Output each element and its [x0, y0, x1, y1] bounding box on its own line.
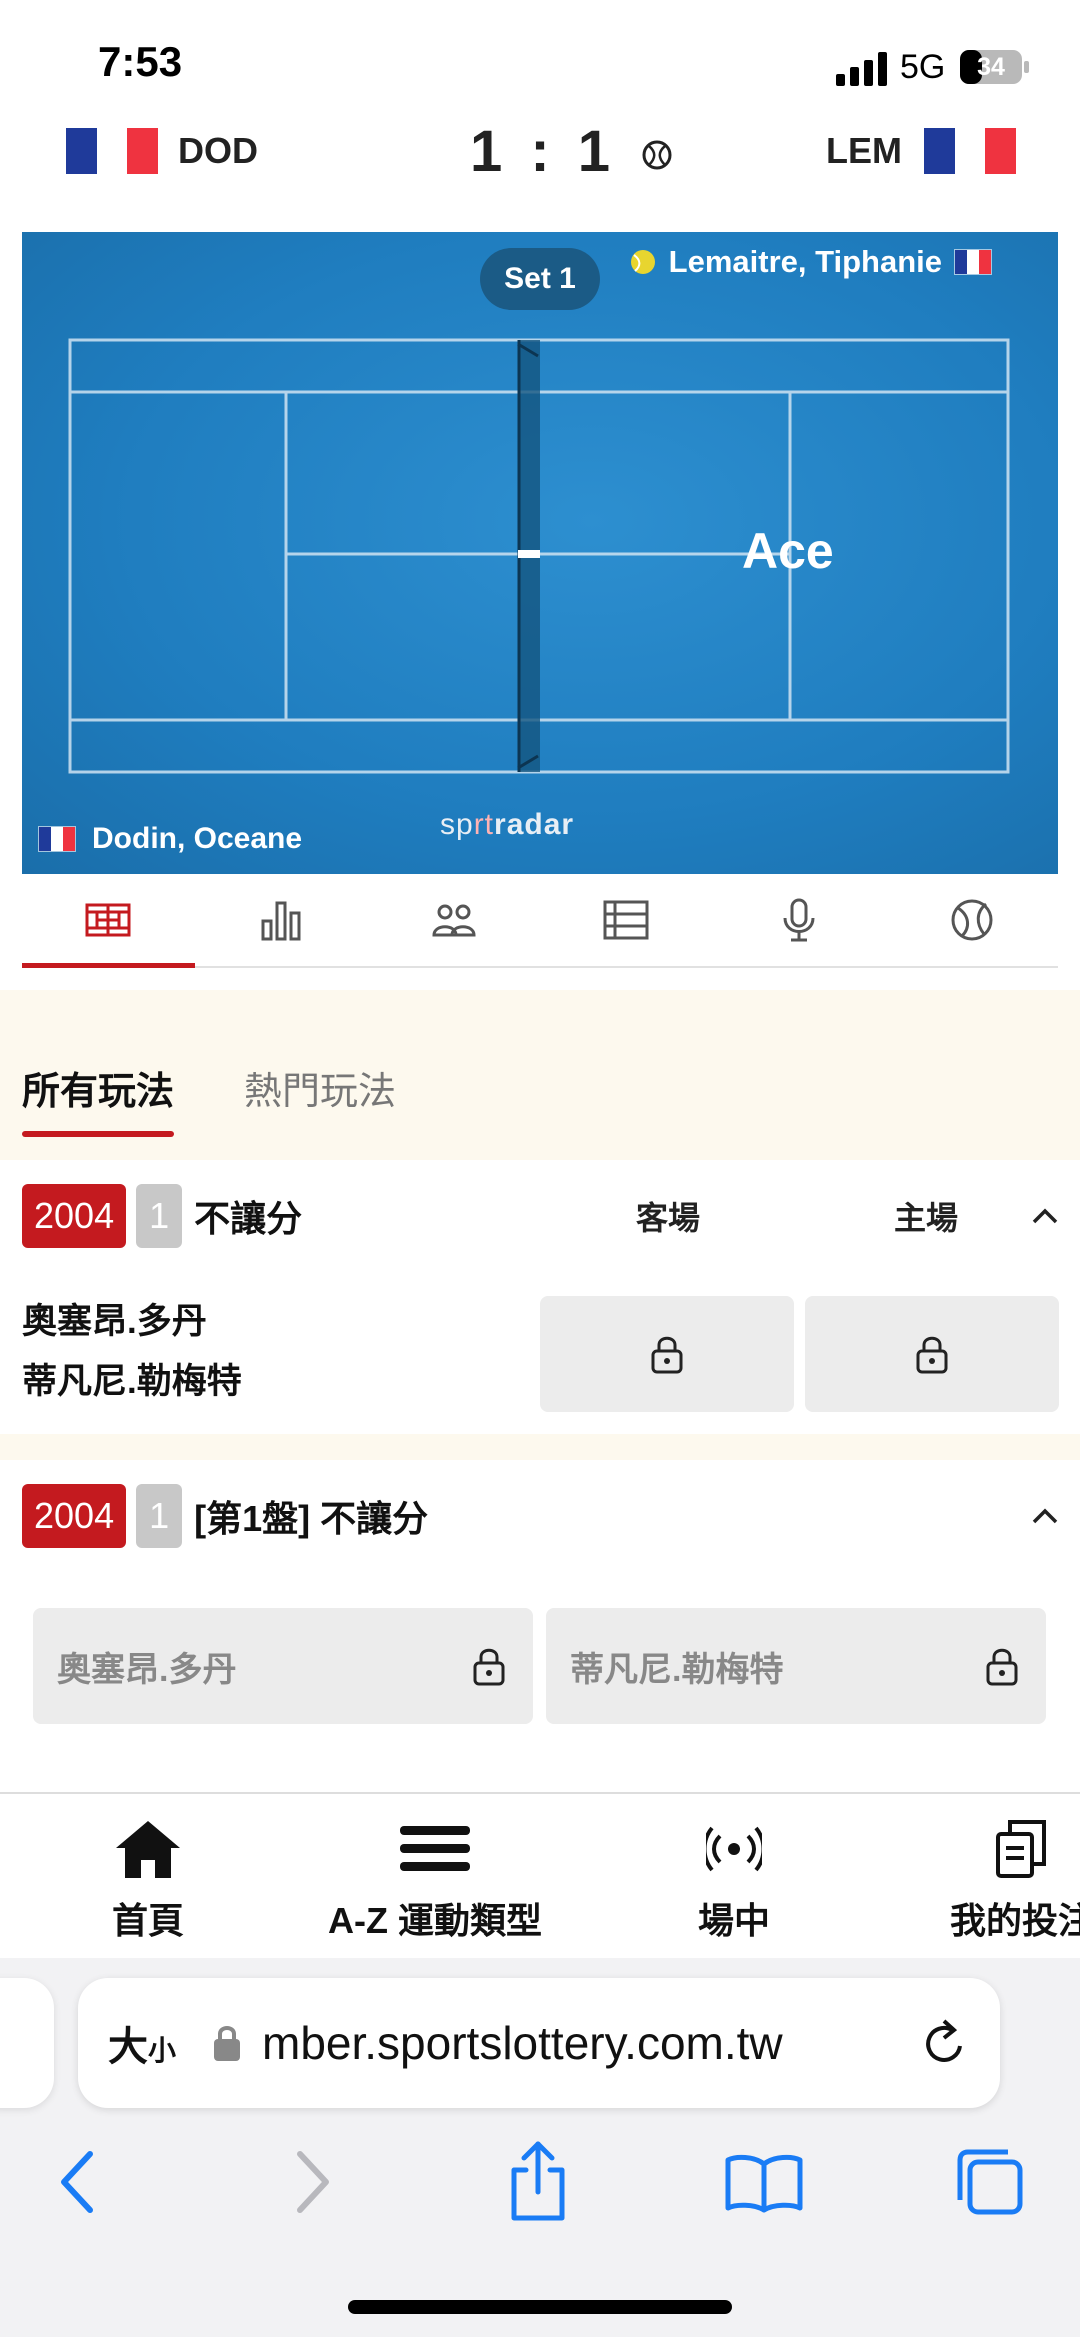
receiving-player-name: Dodin, Oceane: [92, 822, 303, 855]
france-flag-icon: [38, 826, 76, 852]
odds-button-away[interactable]: [540, 1296, 794, 1412]
nav-sports-label: A-Z 運動類型: [328, 1900, 542, 1941]
tab-commentary[interactable]: [713, 874, 886, 966]
tab-sport[interactable]: [885, 874, 1058, 966]
stats-icon: [261, 901, 301, 941]
widget-tabs: [22, 874, 1058, 968]
signal-icon: [836, 52, 887, 86]
battery-icon: 34: [960, 50, 1030, 84]
nav-my-bets-label: 我的投注: [950, 1900, 1080, 1941]
market-header[interactable]: 2004 1 不讓分 客場 主場: [0, 1160, 1080, 1274]
serving-player: Lemaitre, Tiphanie: [629, 244, 992, 280]
nav-sports[interactable]: A-Z 運動類型: [328, 1818, 542, 1944]
tab-all-bets[interactable]: 所有玩法: [22, 1060, 175, 1137]
share-icon[interactable]: [506, 2140, 570, 2222]
receiving-player: Dodin, Oceane: [38, 822, 302, 856]
market-body: 奧塞昂.多丹 蒂凡尼.勒梅特: [0, 1572, 1080, 1790]
tab-list[interactable]: [540, 874, 713, 966]
event-label: Ace: [742, 523, 834, 579]
tab-stats[interactable]: [195, 874, 368, 966]
serving-player-name: Lemaitre, Tiphanie: [668, 244, 942, 279]
lineup-icon: [432, 904, 476, 937]
lock-icon: [651, 1336, 683, 1374]
nav-home[interactable]: 首頁: [112, 1818, 184, 1944]
option-button[interactable]: 奧塞昂.多丹: [33, 1608, 533, 1724]
lock-icon: [473, 1648, 505, 1686]
home-team-code: DOD: [178, 130, 258, 171]
event-code-badge: 2004: [22, 1484, 127, 1548]
text-size-button[interactable]: 大小: [108, 2014, 176, 2072]
chevron-up-icon[interactable]: [1030, 1506, 1060, 1526]
market-body: 奧塞昂.多丹 蒂凡尼.勒梅特: [0, 1272, 1080, 1434]
tabs-icon[interactable]: [954, 2146, 1026, 2218]
filter-tabs: 所有玩法 熱門玩法: [22, 1060, 396, 1137]
sportradar-logo: sprtradar: [440, 808, 575, 841]
market-count-badge: 1: [136, 1484, 183, 1548]
home-icon: [116, 1821, 180, 1878]
nav-live-label: 場中: [698, 1900, 771, 1941]
battery-level: 34: [977, 52, 1005, 81]
address-bar[interactable]: 大小 mber.sportslottery.com.tw: [78, 1978, 1000, 2108]
documents-icon: [996, 1820, 1046, 1878]
nav-live[interactable]: 場中: [698, 1818, 770, 1944]
odds-button-home[interactable]: [805, 1296, 1059, 1412]
back-icon[interactable]: [58, 2150, 98, 2214]
reload-icon[interactable]: [922, 2018, 968, 2068]
network-type: 5G: [900, 48, 946, 86]
france-flag-icon: [954, 249, 992, 275]
team-name: 蒂凡尼.勒梅特: [22, 1362, 242, 1401]
match-teams: 奧塞昂.多丹 蒂凡尼.勒梅特: [22, 1292, 242, 1412]
url-text: mber.sportslottery.com.tw: [262, 2017, 783, 2069]
france-flag-icon: [66, 128, 159, 174]
lock-icon: [986, 1648, 1018, 1686]
broadcast-icon: [706, 1826, 762, 1872]
set-indicator: Set 1: [480, 248, 600, 310]
tennis-court: [68, 338, 1010, 774]
tennis-ball-icon: [630, 250, 655, 274]
microphone-icon: [783, 898, 815, 942]
away-team-code: LEM: [826, 130, 902, 171]
nav-home-label: 首頁: [112, 1900, 185, 1941]
lock-icon: [916, 1336, 948, 1374]
tennis-ball-icon: [951, 899, 993, 941]
column-away: 客場: [636, 1200, 701, 1236]
market-title: [第1盤] 不讓分: [194, 1498, 429, 1539]
chevron-up-icon[interactable]: [1030, 1206, 1060, 1226]
court-visualization[interactable]: Set 1 Lemaitre, Tiphanie Ace sprtradar D…: [22, 232, 1058, 874]
lock-icon: [214, 2026, 241, 2061]
team-name: 奧塞昂.多丹: [22, 1302, 207, 1341]
browser-toolbar: 大小 mber.sportslottery.com.tw: [0, 1958, 1080, 2337]
market-title: 不讓分: [194, 1198, 303, 1239]
home-indicator: [348, 2300, 732, 2314]
option-button[interactable]: 蒂凡尼.勒梅特: [546, 1608, 1046, 1724]
option-label: 蒂凡尼.勒梅特: [570, 1650, 784, 1689]
market-header[interactable]: 2004 1 [第1盤] 不讓分: [0, 1460, 1080, 1574]
previous-tab-card[interactable]: [0, 1978, 54, 2108]
bookmarks-icon[interactable]: [724, 2152, 804, 2214]
nav-my-bets[interactable]: 我的投注: [950, 1818, 1080, 1944]
status-time: 7:53: [98, 38, 183, 85]
forward-icon[interactable]: [292, 2150, 332, 2214]
list-icon: [603, 900, 649, 940]
match-score: 1 : 1: [470, 119, 617, 184]
option-label: 奧塞昂.多丹: [57, 1650, 237, 1689]
france-flag-icon: [924, 128, 1017, 174]
column-home: 主場: [894, 1200, 959, 1236]
bottom-nav: 首頁 A-Z 運動類型 場中 我的投注: [0, 1792, 1080, 1960]
court-icon: [85, 903, 131, 937]
market-count-badge: 1: [136, 1184, 183, 1248]
tab-court[interactable]: [22, 874, 195, 968]
tab-popular-bets[interactable]: 熱門玩法: [244, 1060, 396, 1137]
menu-icon: [399, 1826, 470, 1871]
event-code-badge: 2004: [22, 1184, 127, 1248]
tab-lineup[interactable]: [367, 874, 540, 966]
tennis-ball-icon: [642, 140, 672, 170]
